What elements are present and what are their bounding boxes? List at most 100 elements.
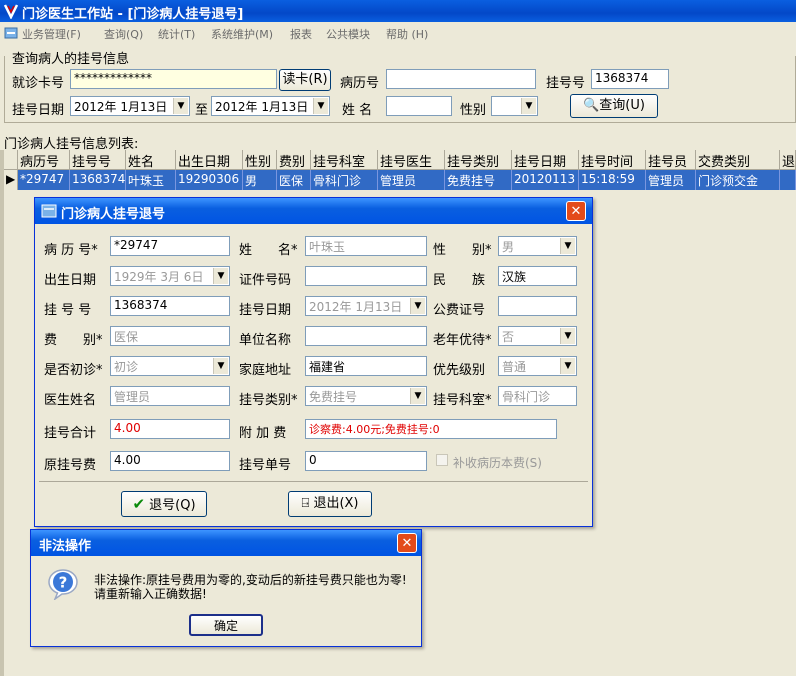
menu-system-maintenance[interactable]: 系统维护(M) xyxy=(211,26,273,42)
record-no-input[interactable] xyxy=(386,69,536,89)
date-from-picker[interactable]: 2012年 1月13日 ▼ xyxy=(70,96,190,116)
reg-date-label: 挂号日期 xyxy=(12,103,65,118)
table-cell[interactable]: 20120113 xyxy=(512,170,579,190)
col-header[interactable]: 出生日期 xyxy=(176,150,243,170)
col-header[interactable]: 病历号 xyxy=(18,150,70,170)
patient-name-field[interactable]: 叶珠玉 xyxy=(305,236,427,256)
reg-no-field[interactable]: 1368374 xyxy=(110,296,230,316)
reg-type-select[interactable]: 免费挂号 ▼ xyxy=(305,386,427,406)
record-no-field[interactable]: *29747 xyxy=(110,236,230,256)
reg-slip-no-field[interactable]: 0 xyxy=(305,451,427,471)
table-cell[interactable]: 15:18:59 xyxy=(579,170,646,190)
col-header[interactable]: 挂号科室 xyxy=(311,150,378,170)
col-header[interactable]: 费别 xyxy=(277,150,311,170)
reg-total-label: 挂号合计 xyxy=(44,426,97,441)
table-cell[interactable]: 男 xyxy=(243,170,277,190)
public-fee-no-field[interactable] xyxy=(498,296,577,316)
menu-business[interactable]: 业务管理(F) xyxy=(22,26,81,42)
menu-statistics[interactable]: 统计(T) xyxy=(158,26,195,42)
exit-button[interactable]: ⍈ 退出(X) xyxy=(288,491,372,517)
dropdown-arrow-icon[interactable]: ▼ xyxy=(410,388,425,404)
menu-help[interactable]: 帮助 (H) xyxy=(386,26,428,42)
query-button[interactable]: 🔍查询(U) xyxy=(570,94,658,118)
original-fee-field[interactable]: 4.00 xyxy=(110,451,230,471)
reg-total-field[interactable]: 4.00 xyxy=(110,419,230,439)
query-button-label: 查询(U) xyxy=(599,98,645,113)
dropdown-arrow-icon[interactable]: ▼ xyxy=(560,358,575,374)
col-header[interactable]: 交费类别 xyxy=(696,150,780,170)
col-header[interactable]: 挂号类别 xyxy=(445,150,512,170)
card-no-input[interactable]: ************* xyxy=(70,69,277,89)
priority-level-label: 优先级别 xyxy=(433,363,486,378)
employer-label: 单位名称 xyxy=(239,333,292,348)
dropdown-arrow-icon[interactable]: ▼ xyxy=(173,98,188,114)
extra-fee-field[interactable]: 诊察费:4.00元;免费挂号:0 xyxy=(305,419,557,439)
menu-public-modules[interactable]: 公共模块 xyxy=(326,26,370,42)
col-header[interactable]: 挂号医生 xyxy=(378,150,445,170)
reg-dept-field[interactable]: 骨科门诊 xyxy=(498,386,577,406)
sex-select[interactable]: ▼ xyxy=(491,96,538,116)
read-card-button[interactable]: 读卡(R) xyxy=(279,69,331,91)
public-fee-no-label: 公费证号 xyxy=(433,303,486,318)
home-address-field[interactable]: 福建省 xyxy=(305,356,427,376)
record-book-fee-checkbox[interactable] xyxy=(436,454,448,466)
table-cell[interactable]: 叶珠玉 xyxy=(126,170,176,190)
col-header[interactable]: 挂号员 xyxy=(646,150,696,170)
dropdown-arrow-icon[interactable]: ▼ xyxy=(560,238,575,254)
table-cell[interactable] xyxy=(780,170,796,190)
table-cell[interactable]: 医保 xyxy=(277,170,311,190)
window-icon xyxy=(41,204,57,218)
col-header[interactable]: 挂号号 xyxy=(70,150,126,170)
col-header[interactable]: 性别 xyxy=(243,150,277,170)
elder-priority-select[interactable]: 否 ▼ xyxy=(498,326,577,346)
table-cell[interactable]: 免费挂号 xyxy=(445,170,512,190)
dropdown-arrow-icon[interactable]: ▼ xyxy=(313,98,328,114)
nation-field[interactable]: 汉族 xyxy=(498,266,577,286)
table-cell[interactable]: *29747 xyxy=(18,170,70,190)
fee-type-field[interactable]: 医保 xyxy=(110,326,230,346)
menu-reports[interactable]: 报表 xyxy=(290,26,312,42)
employer-field[interactable] xyxy=(305,326,427,346)
window-title-bar: 门诊医生工作站 - [门诊病人挂号退号] xyxy=(0,0,796,22)
col-header[interactable]: 挂号时间 xyxy=(579,150,646,170)
date-to-picker[interactable]: 2012年 1月13日 ▼ xyxy=(211,96,330,116)
dropdown-arrow-icon[interactable]: ▼ xyxy=(213,358,228,374)
registration-grid[interactable]: 病历号 挂号号 姓名 出生日期 性别 费别 挂号科室 挂号医生 挂号类别 挂号日… xyxy=(4,150,796,190)
priority-level-select[interactable]: 普通 ▼ xyxy=(498,356,577,376)
dropdown-arrow-icon[interactable]: ▼ xyxy=(213,268,228,284)
close-icon[interactable]: ✕ xyxy=(397,533,417,553)
table-cell[interactable]: 管理员 xyxy=(378,170,445,190)
col-header[interactable]: 姓名 xyxy=(126,150,176,170)
table-cell[interactable]: 骨科门诊 xyxy=(311,170,378,190)
elder-priority-label: 老年优待* xyxy=(433,333,492,348)
name-input[interactable] xyxy=(386,96,452,116)
ok-button[interactable]: 确定 xyxy=(189,614,263,636)
id-no-field[interactable] xyxy=(305,266,427,286)
close-icon[interactable]: ✕ xyxy=(566,201,586,221)
reg-no-input[interactable]: 1368374 xyxy=(591,69,669,89)
col-header[interactable]: 挂号日期 xyxy=(512,150,579,170)
birth-date-picker[interactable]: 1929年 3月 6日 ▼ xyxy=(110,266,230,286)
dropdown-arrow-icon[interactable]: ▼ xyxy=(560,328,575,344)
dialog-title-bar: 门诊病人挂号退号 ✕ xyxy=(35,198,592,224)
dropdown-arrow-icon[interactable]: ▼ xyxy=(521,98,536,114)
illegal-operation-alert: 非法操作 ✕ ? 非法操作:原挂号费用为零的,变动后的新挂号费只能也为零! 请重… xyxy=(30,529,422,647)
home-address-label: 家庭地址 xyxy=(239,363,292,378)
table-cell[interactable]: 管理员 xyxy=(646,170,696,190)
table-cell[interactable]: 门诊预交金 xyxy=(696,170,780,190)
patient-name-label: 姓 名* xyxy=(239,243,298,258)
table-cell[interactable]: 19290306 xyxy=(176,170,243,190)
cancel-registration-button[interactable]: ✔ 退号(Q) xyxy=(121,491,207,517)
reg-date-picker[interactable]: 2012年 1月13日 ▼ xyxy=(305,296,427,316)
system-menu-icon[interactable] xyxy=(4,26,18,40)
sex-select[interactable]: 男 ▼ xyxy=(498,236,577,256)
col-header[interactable]: 退 xyxy=(780,150,796,170)
doctor-name-field[interactable]: 管理员 xyxy=(110,386,230,406)
nation-label: 民 族 xyxy=(433,273,486,288)
doctor-name-label: 医生姓名 xyxy=(44,393,97,408)
menu-query[interactable]: 查询(Q) xyxy=(104,26,143,42)
table-cell[interactable]: 1368374 xyxy=(70,170,126,190)
dropdown-arrow-icon[interactable]: ▼ xyxy=(410,298,425,314)
first-visit-select[interactable]: 初诊 ▼ xyxy=(110,356,230,376)
row-selector-icon[interactable]: ▶ xyxy=(4,170,18,190)
